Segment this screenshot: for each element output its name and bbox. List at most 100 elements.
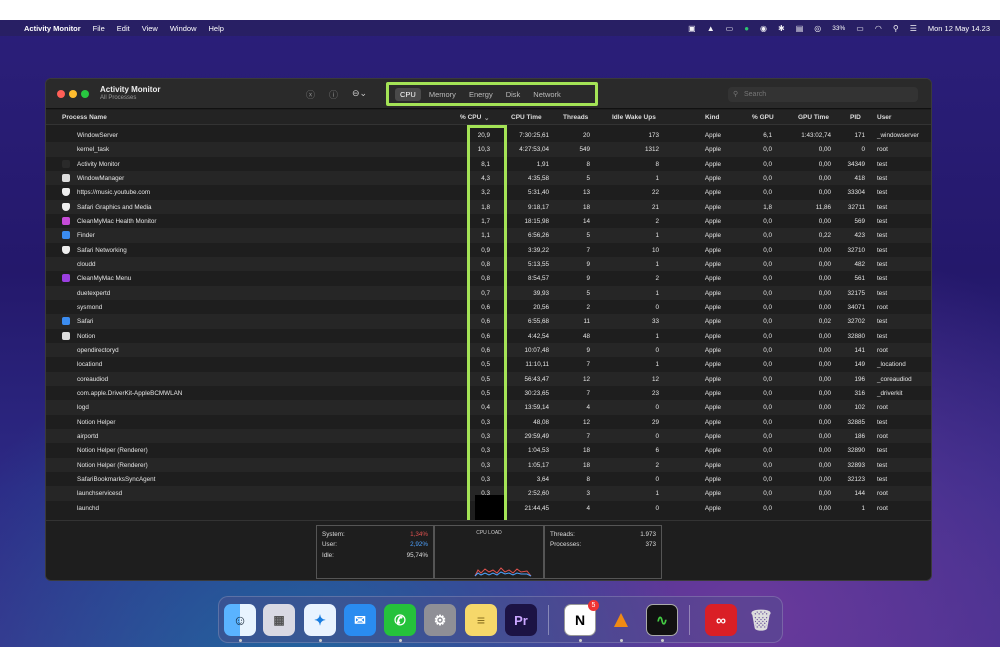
premiere-icon[interactable]: Pr	[505, 604, 537, 636]
row-cpu-time: 11:10,11	[525, 361, 549, 369]
menu-file[interactable]: File	[93, 24, 105, 33]
row-idle-wake-ups: 10	[651, 246, 659, 254]
processes-label: Processes:	[550, 541, 582, 548]
battery-icon[interactable]: ▭	[856, 24, 864, 33]
col-gpu[interactable]: % GPU	[752, 114, 774, 121]
row-user: root	[877, 404, 888, 412]
info-icon[interactable]: ⓘ	[329, 88, 338, 101]
display-icon[interactable]: ▭	[726, 24, 734, 33]
zoom-button[interactable]	[81, 90, 89, 98]
menu-edit[interactable]: Edit	[117, 24, 130, 33]
row-idle-wake-ups: 8	[655, 160, 659, 168]
activity-monitor-icon[interactable]: ∿	[646, 604, 678, 636]
row-process-name: com.apple.DriverKit-AppleBCMWLAN	[77, 389, 183, 397]
row-threads: 4	[586, 404, 590, 412]
cpu-load-graph	[474, 567, 532, 577]
row-idle-wake-ups: 2	[655, 217, 659, 225]
row-cpu-time: 56:43,47	[524, 375, 549, 383]
tab-disk[interactable]: Disk	[501, 88, 526, 101]
row-gpu: 0,0	[763, 447, 772, 455]
row-idle-wake-ups: 1	[655, 332, 659, 340]
row-gpu-time: 0,00	[818, 217, 831, 225]
menu-app-name[interactable]: Activity Monitor	[24, 24, 81, 33]
notes-icon[interactable]: ≡	[465, 604, 497, 636]
menu-help[interactable]: Help	[209, 24, 224, 33]
search-input[interactable]: ⚲ Search	[728, 87, 918, 102]
finder-icon[interactable]: ☺	[224, 604, 256, 636]
row-user: _driverkit	[877, 389, 903, 397]
row-gpu: 0,0	[763, 404, 772, 412]
row-kind: Apple	[704, 189, 721, 197]
col-process-name[interactable]: Process Name	[62, 114, 107, 121]
close-button[interactable]	[57, 90, 65, 98]
safari-icon[interactable]: ✦	[304, 604, 336, 636]
row-idle-wake-ups: 0	[655, 404, 659, 412]
clock[interactable]: Mon 12 May 14.23	[928, 24, 990, 33]
control-center-icon[interactable]: ☰	[910, 24, 917, 33]
row-pid: 32702	[847, 318, 865, 326]
col-threads[interactable]: Threads	[563, 114, 588, 121]
focus-icon[interactable]: ◎	[814, 24, 821, 33]
row-user: root	[877, 146, 888, 154]
row-gpu: 0,0	[763, 260, 772, 268]
vlc-menu-icon[interactable]: ▲	[707, 24, 715, 33]
tab-network[interactable]: Network	[528, 88, 566, 101]
whatsapp-icon[interactable]: ✆	[384, 604, 416, 636]
tab-memory[interactable]: Memory	[424, 88, 461, 101]
row-threads: 18	[582, 447, 590, 455]
row-user: test	[877, 217, 888, 225]
mail-icon[interactable]: ✉	[344, 604, 376, 636]
search-icon[interactable]: ⚲	[893, 24, 899, 33]
trash-icon[interactable]: 🗑	[745, 604, 777, 636]
sort-desc-icon[interactable]: ⌄	[484, 114, 489, 122]
row-pid: 0	[861, 146, 865, 154]
row-user: test	[877, 475, 888, 483]
launchpad-icon[interactable]: ▦	[263, 604, 295, 636]
menu-window[interactable]: Window	[170, 24, 197, 33]
battery-percent[interactable]: 33%	[832, 25, 845, 32]
whatsapp-menu-icon[interactable]: ●	[744, 24, 749, 33]
col-cpu-time[interactable]: CPU Time	[511, 114, 542, 121]
row-process-name: airportd	[77, 432, 99, 440]
row-cpu-time: 1,91	[536, 160, 549, 168]
row-cpu-time: 39,93	[533, 289, 549, 297]
more-options-icon[interactable]: ⊖⌄	[352, 88, 367, 99]
keyboard-icon[interactable]: ▤	[796, 24, 804, 33]
minimize-button[interactable]	[69, 90, 77, 98]
row-pid: 32175	[847, 289, 865, 297]
row-kind: Apple	[704, 361, 721, 369]
table-header: Process Name % CPU ⌄ CPU Time Threads Id…	[46, 110, 931, 125]
redaction-box	[475, 495, 504, 520]
row-cpu-time: 7:30:25,61	[519, 132, 549, 139]
row-threads: 5	[586, 232, 590, 240]
col-kind[interactable]: Kind	[705, 114, 719, 121]
col-idle-wake-ups[interactable]: Idle Wake Ups	[612, 114, 656, 121]
row-gpu: 0,0	[763, 289, 772, 297]
activity-monitor-window: Activity Monitor All Processes ⓧ ⓘ ⊖⌄ CP…	[45, 78, 932, 581]
row-gpu: 0,0	[763, 475, 772, 483]
row-idle-wake-ups: 6	[655, 447, 659, 455]
col-cpu[interactable]: % CPU	[460, 114, 481, 121]
row-pid: 418	[854, 174, 865, 182]
notion-menu-icon[interactable]: ▣	[688, 24, 696, 33]
col-pid[interactable]: PID	[850, 114, 861, 121]
row-kind: Apple	[704, 203, 721, 211]
row-cpu-time: 4:35,58	[527, 174, 549, 182]
row-cpu-time: 6:55,68	[527, 318, 549, 326]
wifi-icon[interactable]: ◠	[875, 24, 882, 33]
stop-process-icon[interactable]: ⓧ	[306, 88, 315, 101]
col-user[interactable]: User	[877, 114, 891, 121]
bluetooth-icon[interactable]: ✱	[778, 24, 785, 33]
row-process-name: duetexpertd	[77, 289, 111, 297]
play-icon[interactable]: ◉	[760, 24, 767, 33]
row-user: root	[877, 432, 888, 440]
menu-view[interactable]: View	[142, 24, 158, 33]
row-idle-wake-ups: 0	[655, 303, 659, 311]
tab-energy[interactable]: Energy	[464, 88, 498, 101]
creative-cloud-icon[interactable]: ∞	[705, 604, 737, 636]
row-kind: Apple	[704, 447, 721, 455]
col-gpu-time[interactable]: GPU Time	[798, 114, 829, 121]
vlc-icon[interactable]: ▲	[605, 604, 637, 636]
system-settings-icon[interactable]: ⚙	[424, 604, 456, 636]
tab-cpu[interactable]: CPU	[395, 87, 421, 101]
